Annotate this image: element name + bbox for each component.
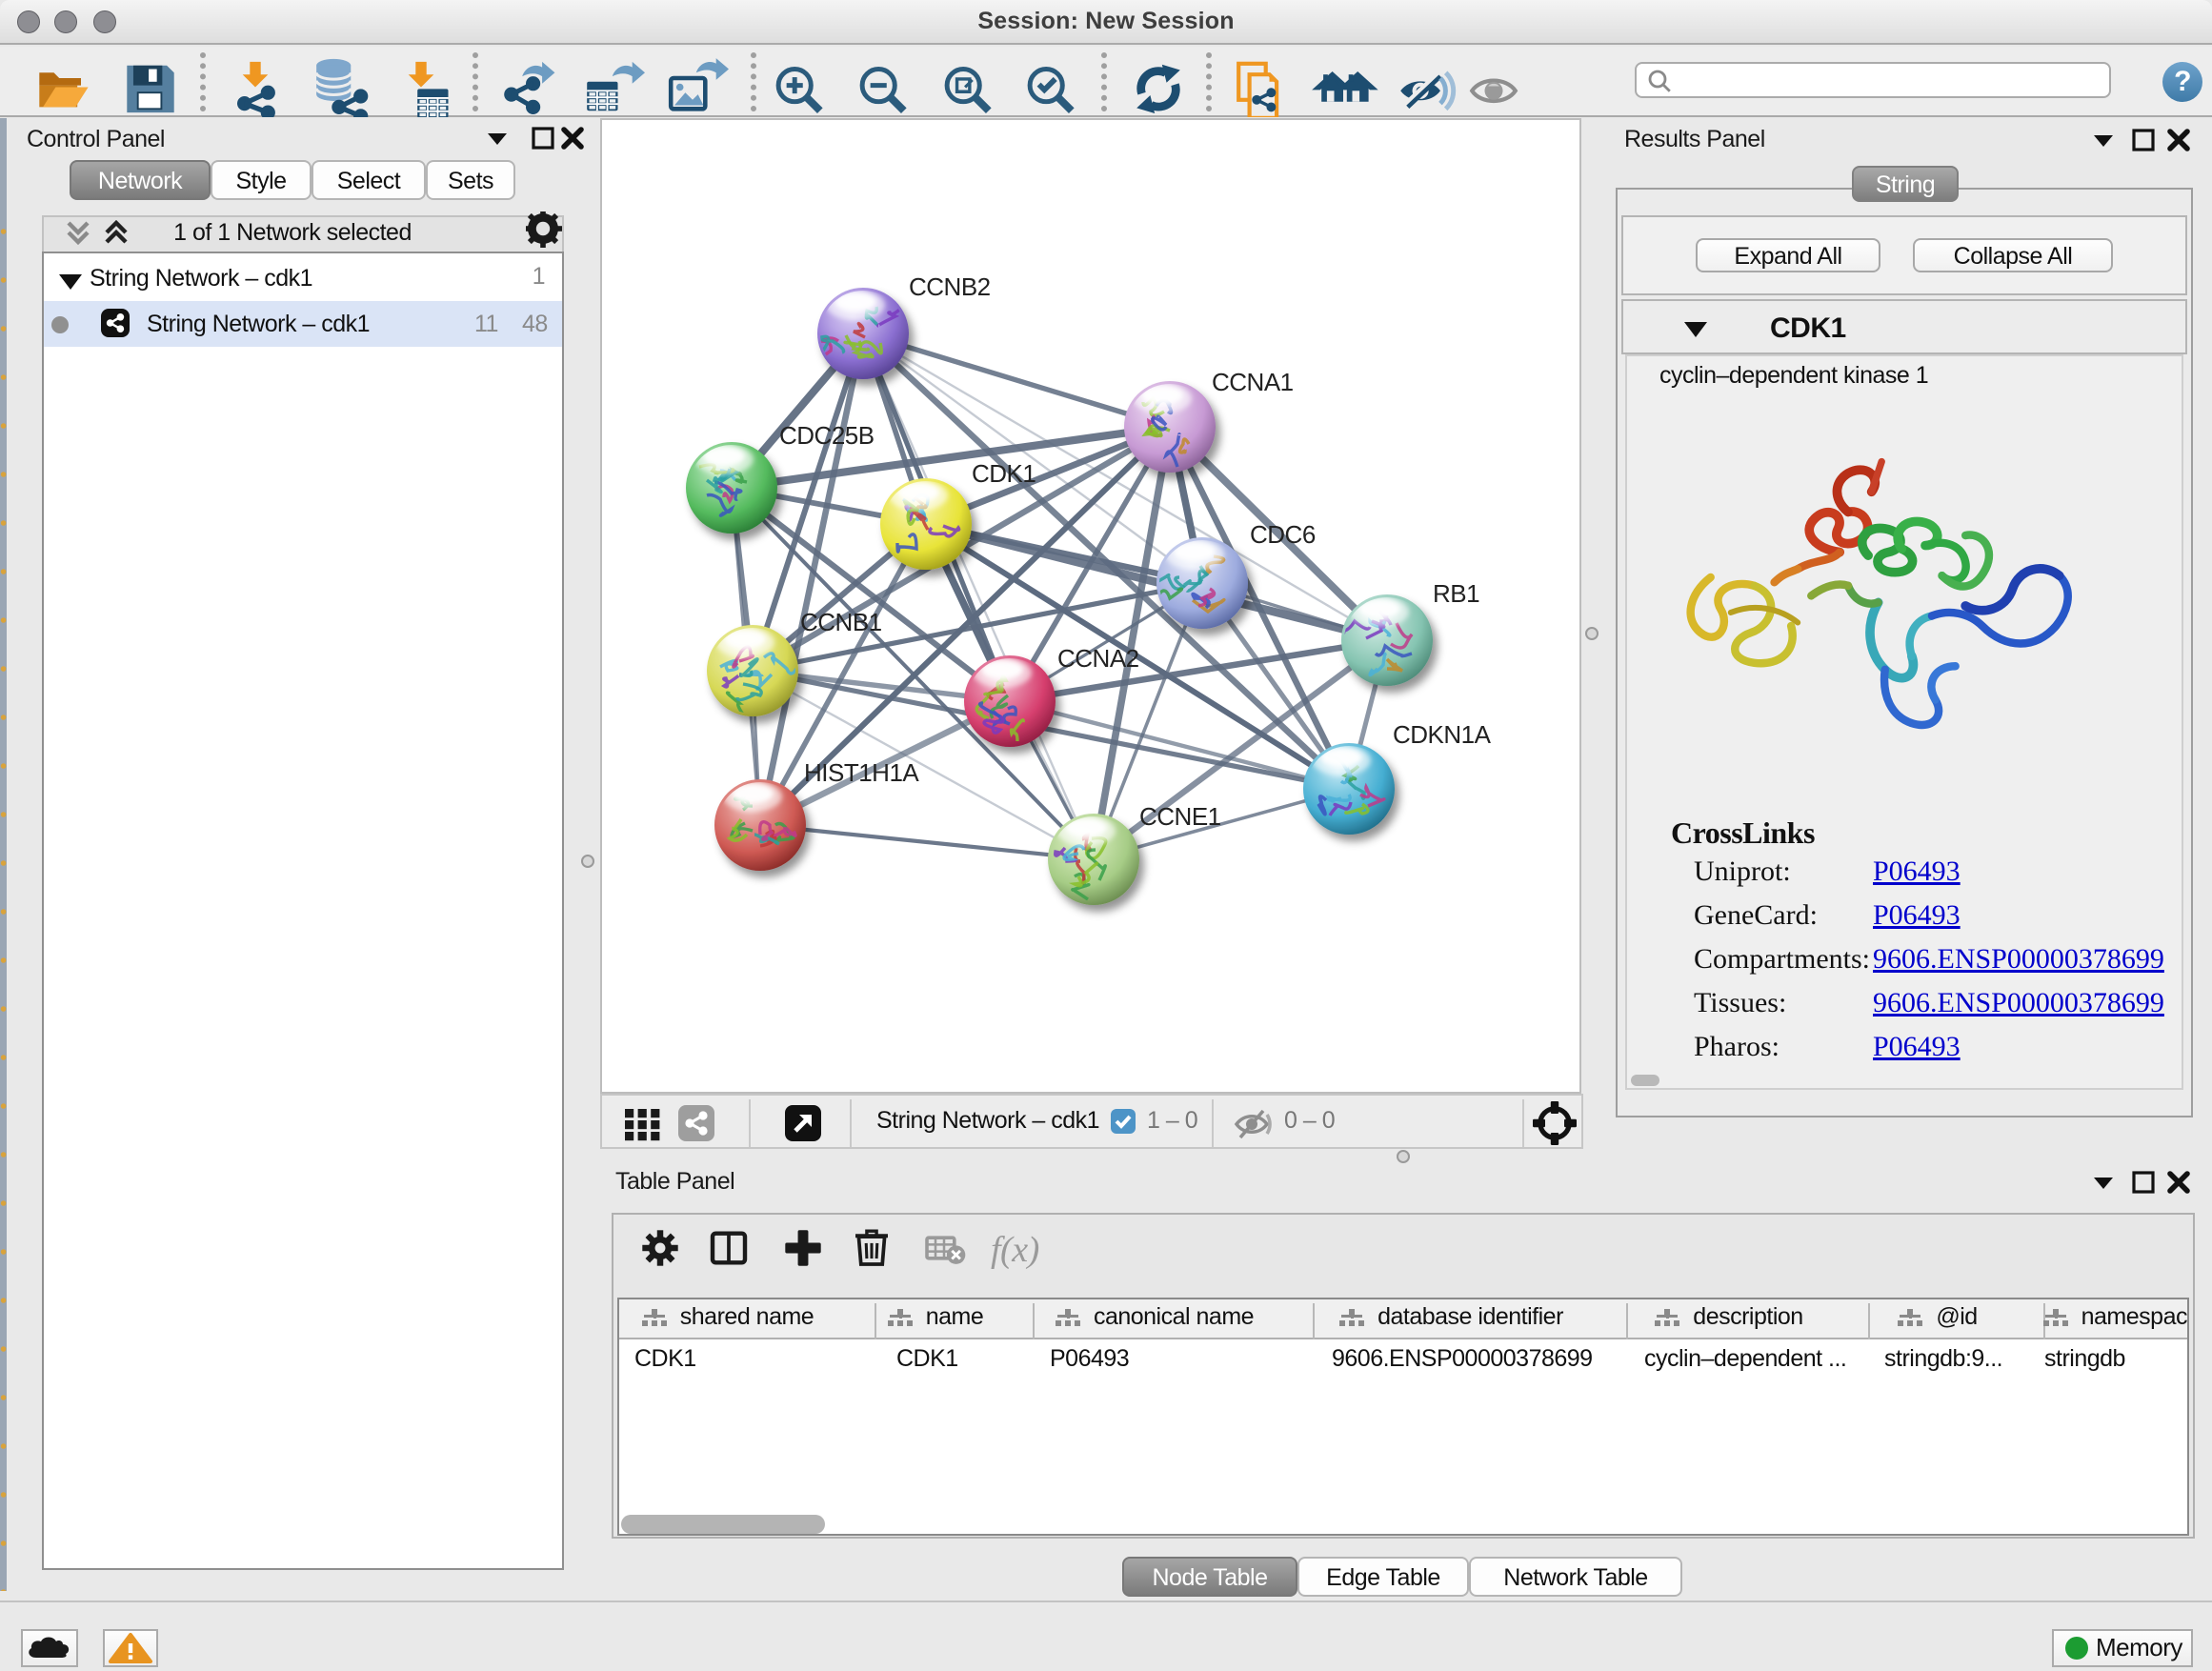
- svg-text:f(x): f(x): [991, 1230, 1039, 1270]
